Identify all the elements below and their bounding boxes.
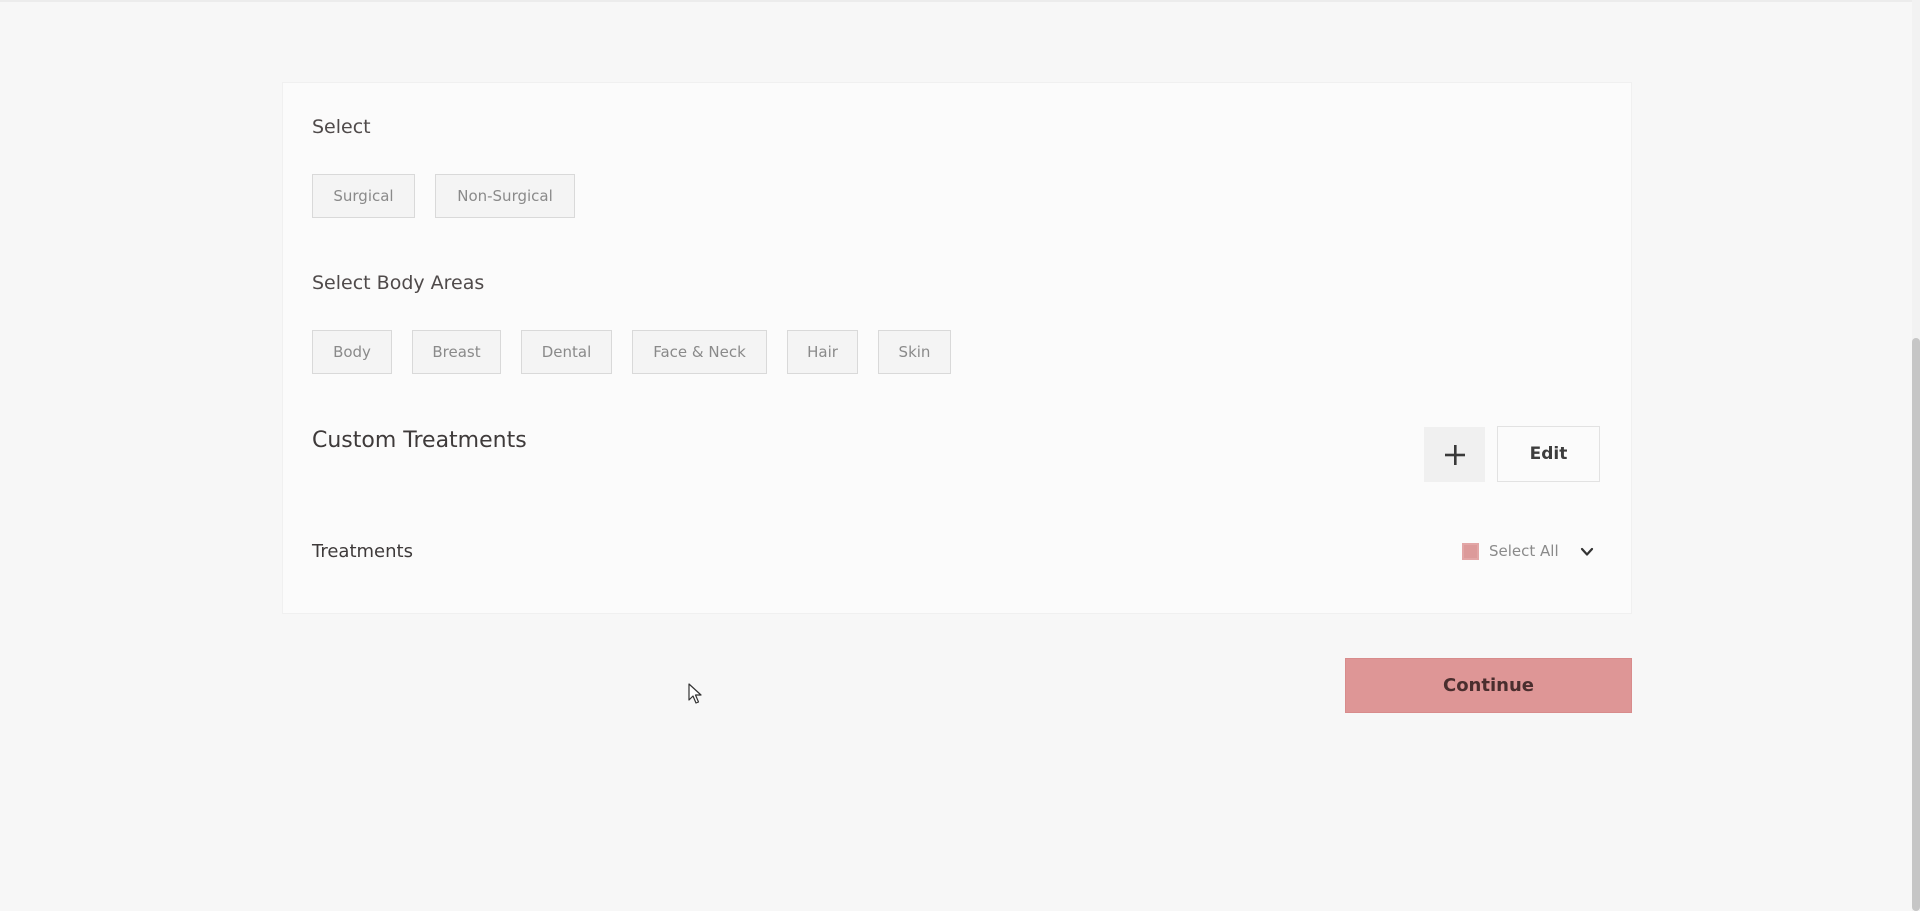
continue-button-label: Continue [1442,675,1534,696]
scrollbar-thumb[interactable] [1912,338,1920,911]
option-surgical[interactable]: Surgical [312,174,415,218]
body-area-dental[interactable]: Dental [521,330,612,374]
select-label: Select [312,116,371,138]
add-treatment-button[interactable] [1424,427,1485,482]
body-area-skin[interactable]: Skin [878,330,951,374]
body-area-hair-label: Hair [807,343,838,361]
body-area-dental-label: Dental [541,343,592,361]
body-area-body[interactable]: Body [312,330,392,374]
edit-button-label: Edit [1529,444,1568,464]
option-non-surgical[interactable]: Non-Surgical [435,174,575,218]
plus-icon [1444,444,1465,465]
body-area-breast[interactable]: Breast [412,330,501,374]
option-surgical-label: Surgical [333,187,394,205]
body-area-hair[interactable]: Hair [787,330,858,374]
custom-treatments-title: Custom Treatments [312,428,527,453]
select-all-label: Select All [1489,542,1559,560]
page: Select Surgical Non-Surgical Select Body… [0,0,1920,911]
edit-button[interactable]: Edit [1497,426,1600,482]
body-area-skin-label: Skin [898,343,931,361]
body-area-face-neck[interactable]: Face & Neck [632,330,767,374]
body-area-face-neck-label: Face & Neck [653,343,746,361]
mouse-cursor-icon [688,683,702,704]
body-area-breast-label: Breast [432,343,481,361]
select-all-checkbox[interactable] [1462,542,1479,560]
select-all-toggle[interactable]: Select All [1462,542,1559,560]
body-areas-label: Select Body Areas [312,272,485,294]
top-divider [0,0,1920,2]
body-area-body-label: Body [333,343,371,361]
chevron-down-icon[interactable] [1580,545,1594,559]
treatments-label: Treatments [312,541,413,562]
continue-button[interactable]: Continue [1345,658,1632,713]
option-non-surgical-label: Non-Surgical [457,187,553,205]
